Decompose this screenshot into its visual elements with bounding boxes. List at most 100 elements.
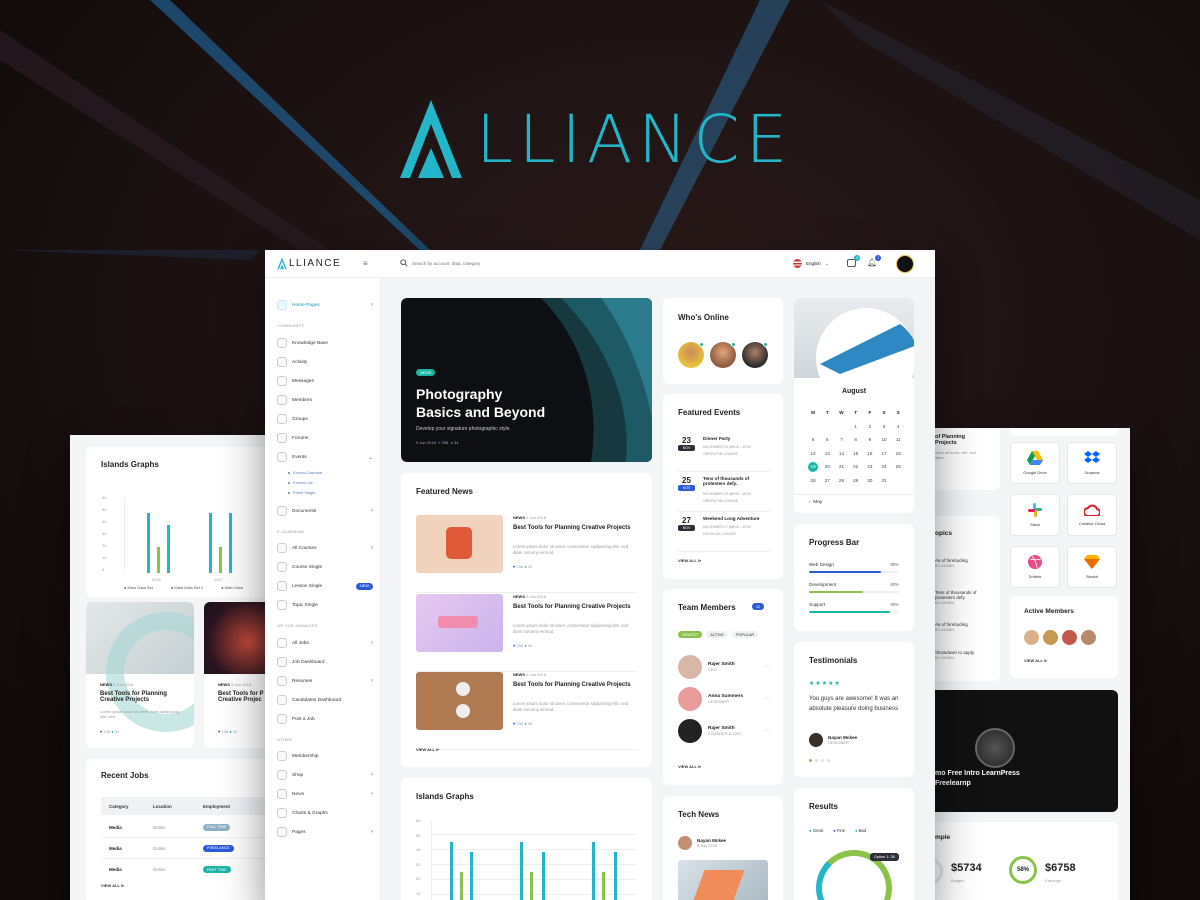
- video-title[interactable]: mo Free Intro LearnPress: [935, 770, 1020, 777]
- calendar-day[interactable]: 29: [849, 478, 863, 483]
- list-item[interactable]: As of foreboding BY ADMIN: [935, 558, 995, 590]
- event-item[interactable]: 25 NOV Tens of thousands of protesters de…: [678, 474, 770, 512]
- app-sketch[interactable]: Sketch: [1067, 546, 1117, 588]
- sidebar-subitem-event-single[interactable]: Event Single: [288, 490, 315, 495]
- sidebar-item-activity[interactable]: Activity: [277, 355, 373, 369]
- calendar-prev-link[interactable]: ‹ May: [809, 500, 822, 505]
- calendar-day[interactable]: 3: [877, 424, 891, 429]
- sidebar-item-events[interactable]: Events ⌄: [277, 450, 373, 464]
- calendar-day[interactable]: 21: [834, 464, 848, 469]
- search-bar[interactable]: [400, 259, 700, 267]
- calendar-day[interactable]: 5: [806, 437, 820, 442]
- calendar-day[interactable]: 19: [808, 461, 819, 472]
- calendar-day[interactable]: 7: [834, 437, 848, 442]
- sidebar-item-post-job[interactable]: Post a Job: [277, 712, 373, 726]
- view-all-link[interactable]: VIEW ALL ⊳: [678, 558, 701, 563]
- avatar[interactable]: [710, 342, 736, 368]
- calendar-day[interactable]: 16: [863, 451, 877, 456]
- app-slack[interactable]: Slack: [1010, 494, 1060, 536]
- calendar-day[interactable]: 8: [849, 437, 863, 442]
- calendar-day[interactable]: 22: [849, 464, 863, 469]
- sidebar-item-all-courses[interactable]: All Courses ›: [277, 541, 373, 555]
- bell-icon[interactable]: 🔔︎ 1: [867, 255, 882, 267]
- view-all-link[interactable]: VIEW ALL ⊳: [678, 764, 701, 769]
- user-avatar[interactable]: [896, 255, 914, 273]
- tab-newest[interactable]: NEWEST: [678, 631, 703, 638]
- news-item[interactable]: NEWS 9 Jun 2018 Best Tools for Planning …: [416, 672, 637, 750]
- sidebar-item-job-dashboard[interactable]: Job Dashboard: [277, 655, 373, 669]
- calendar-day[interactable]: 10: [877, 437, 891, 442]
- app-dropbox[interactable]: Dropbox: [1067, 442, 1117, 484]
- menu-icon[interactable]: ≡: [363, 259, 368, 268]
- sidebar-item-candidates-dashboard[interactable]: Candidates Dashboard: [277, 693, 373, 707]
- list-item[interactable]: Showdown to apply. BY ADMIN: [935, 650, 995, 670]
- table-row[interactable]: Media Dallas FREELANCE: [101, 838, 285, 859]
- app-logo[interactable]: LLIANCE: [277, 257, 341, 270]
- chat-icon[interactable]: 2: [847, 255, 860, 267]
- list-item[interactable]: Anna Summers DESIGNER ···: [678, 683, 770, 715]
- sidebar-item-lesson-single[interactable]: Lesson Single NEW: [277, 579, 373, 593]
- news-title[interactable]: Best Tools for Planning Creative Project…: [513, 524, 633, 533]
- calendar-day[interactable]: 9: [863, 437, 877, 442]
- news-item[interactable]: NEWS 9 Jun 2018 Best Tools for Planning …: [416, 515, 637, 593]
- sidebar-item-resumes[interactable]: Resumes ›: [277, 674, 373, 688]
- tab-active[interactable]: ACTIVE: [706, 631, 728, 638]
- news-title[interactable]: Best Tools for Planning Creative Project…: [513, 681, 633, 690]
- calendar-day[interactable]: 13: [820, 451, 834, 456]
- tab-popular[interactable]: POPULAR: [731, 631, 759, 638]
- language-selector[interactable]: English ⌄: [793, 259, 829, 268]
- calendar-day[interactable]: 2: [863, 424, 877, 429]
- calendar-day[interactable]: 18: [891, 451, 905, 456]
- news-item[interactable]: NEWS 9 Jun 2018 Best Tools for Planning …: [416, 594, 637, 672]
- featured-hero-card[interactable]: NEWS Photography Basics and Beyond Develo…: [401, 298, 652, 462]
- list-item[interactable]: Rajer Smith CEO ···: [678, 651, 770, 683]
- topic-title[interactable]: of Planning Projects: [935, 434, 985, 446]
- app-creative-cloud[interactable]: Creative Cloud: [1067, 494, 1117, 536]
- sidebar-item-documents[interactable]: Documents ›: [277, 504, 373, 518]
- carousel-dots[interactable]: [809, 759, 830, 762]
- calendar-day[interactable]: 15: [849, 451, 863, 456]
- view-all-link[interactable]: VIEW ALL ⊳: [1024, 658, 1047, 663]
- topic-card[interactable]: of Planning Projects dolor sit amet, eli…: [925, 428, 1000, 490]
- app-google-drive[interactable]: Google Drive: [1010, 442, 1060, 484]
- event-item[interactable]: 27 NOV Weekend Long Adventure NOVEMBER 27…: [678, 514, 770, 552]
- sidebar-item-membership[interactable]: Membership: [277, 749, 373, 763]
- video-card[interactable]: mo Free Intro LearnPress Freelearnp: [925, 690, 1118, 812]
- avatar[interactable]: [1024, 630, 1039, 645]
- event-item[interactable]: 23 NOV Dinner Party NOVEMBER 23 @8:00 - 1…: [678, 434, 770, 472]
- calendar-day[interactable]: 1: [849, 424, 863, 429]
- view-all-link[interactable]: VIEW ALL ⊳: [416, 747, 439, 752]
- calendar-day[interactable]: 17: [877, 451, 891, 456]
- calendar-day[interactable]: 25: [891, 464, 905, 469]
- calendar-day[interactable]: 12: [806, 451, 820, 456]
- calendar-day[interactable]: 30: [863, 478, 877, 483]
- sidebar-item-members[interactable]: Members: [277, 393, 373, 407]
- avatar[interactable]: [1062, 630, 1077, 645]
- calendar-day[interactable]: 24: [877, 464, 891, 469]
- sidebar-subitem-events-list[interactable]: Events List: [288, 480, 313, 485]
- calendar-day[interactable]: 31: [877, 478, 891, 483]
- sidebar-item-home[interactable]: Home Pages ›: [277, 298, 373, 312]
- sidebar-item-course-single[interactable]: Course Single: [277, 560, 373, 574]
- app-dribbble[interactable]: Dribble: [1010, 546, 1060, 588]
- sidebar-item-groups[interactable]: Groups: [277, 412, 373, 426]
- sidebar-item-messages[interactable]: Messages: [277, 374, 373, 388]
- sidebar-subitem-events-calendar[interactable]: Events Calendar: [288, 470, 323, 475]
- table-row[interactable]: Media Dallas FULL TIME: [101, 817, 285, 838]
- list-item[interactable]: Tens of thousands of protesters defy. BY …: [935, 590, 995, 622]
- sidebar-item-topic-single[interactable]: Topic Single: [277, 598, 373, 612]
- calendar-day[interactable]: 27: [820, 478, 834, 483]
- sidebar-item-shop[interactable]: Shop ›: [277, 768, 373, 782]
- view-all-link[interactable]: VIEW ALL ⊳: [101, 883, 124, 888]
- calendar-day[interactable]: 28: [834, 478, 848, 483]
- avatar[interactable]: [1081, 630, 1096, 645]
- news-title[interactable]: Best Tools for Planning Creative Project…: [100, 691, 182, 703]
- table-row[interactable]: Media Dallas PART TIME: [101, 859, 285, 880]
- sidebar-item-pages[interactable]: Pages ›: [277, 825, 373, 839]
- avatar[interactable]: [1043, 630, 1058, 645]
- list-item[interactable]: As of foreboding BY ADMIN: [935, 622, 995, 650]
- avatar[interactable]: [742, 342, 768, 368]
- calendar-day[interactable]: 23: [863, 464, 877, 469]
- search-input[interactable]: [412, 260, 672, 266]
- tech-news-author[interactable]: Nayan Mckee 9 Jun 2018: [678, 836, 726, 850]
